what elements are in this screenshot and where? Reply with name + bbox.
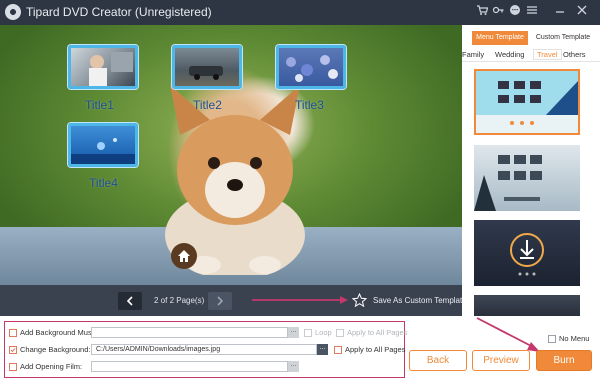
title4-label[interactable]: Title4 [89, 176, 118, 190]
preview-button[interactable]: Preview [472, 350, 530, 371]
menu-icon[interactable] [525, 4, 539, 18]
category-family[interactable]: Family [462, 50, 484, 59]
page-indicator: 2 of 2 Page(s) [154, 296, 205, 305]
app-logo-icon [5, 4, 21, 20]
next-page-button[interactable] [208, 292, 232, 310]
tab-menu-template[interactable]: Menu Template [472, 31, 528, 45]
tab-custom-template[interactable]: Custom Template [532, 31, 594, 45]
title1-label[interactable]: Title1 [85, 98, 114, 112]
bg-apply-all-label: Apply to All Pages [345, 345, 406, 354]
no-menu-label: No Menu [559, 334, 590, 343]
opening-film-browse-button[interactable]: ... [288, 361, 299, 372]
category-others[interactable]: Others [563, 50, 586, 59]
save-custom-template-label[interactable]: Save As Custom Template [373, 296, 467, 305]
chat-icon[interactable] [508, 4, 522, 18]
back-button[interactable]: Back [409, 350, 467, 371]
music-apply-all-checkbox[interactable] [336, 329, 344, 337]
template-panel: Menu Template Custom Template Family Wed… [462, 25, 600, 316]
category-travel[interactable]: Travel [533, 49, 562, 60]
title-bar: Tipard DVD Creator (Unregistered) [0, 0, 600, 25]
loop-label: Loop [315, 328, 332, 337]
page-navigation-bar: 2 of 2 Page(s) Save As Custom Template [0, 285, 467, 316]
title3-label[interactable]: Title3 [295, 98, 324, 112]
opening-film-label: Add Opening Film: [20, 362, 83, 371]
bg-apply-all-checkbox[interactable] [334, 346, 342, 354]
cart-icon[interactable] [475, 4, 489, 18]
change-bg-label: Change Background: [20, 345, 91, 354]
annotation-arrow-icon [252, 296, 348, 304]
bg-music-browse-button[interactable]: ... [288, 327, 299, 338]
menu-preview: Title1 Title2 Title3 Title4 [0, 25, 462, 285]
minimize-icon[interactable] [553, 4, 567, 18]
title1-thumbnail[interactable] [68, 45, 138, 89]
prev-page-button[interactable] [118, 292, 142, 310]
change-bg-field[interactable]: C:/Users/ADMIN/Downloads/images.jpg [91, 344, 317, 355]
category-wedding[interactable]: Wedding [495, 50, 524, 59]
template-travel-4[interactable] [474, 295, 580, 316]
change-bg-checkbox[interactable] [9, 346, 17, 354]
change-bg-browse-button[interactable]: ... [317, 344, 328, 355]
title2-label[interactable]: Title2 [193, 98, 222, 112]
template-travel-2[interactable] [474, 145, 580, 211]
bg-music-checkbox[interactable] [9, 329, 17, 337]
bg-music-label: Add Background Music: [20, 328, 100, 337]
template-travel-1[interactable] [474, 69, 580, 135]
opening-film-checkbox[interactable] [9, 363, 17, 371]
bg-music-field[interactable] [91, 327, 288, 338]
key-icon[interactable] [491, 4, 505, 18]
opening-film-field[interactable] [91, 361, 288, 372]
title4-thumbnail[interactable] [68, 123, 138, 167]
title2-thumbnail[interactable] [172, 45, 242, 89]
star-icon[interactable] [351, 292, 368, 310]
loop-checkbox[interactable] [304, 329, 312, 337]
app-title: Tipard DVD Creator (Unregistered) [26, 5, 212, 19]
category-divider [462, 61, 600, 62]
music-apply-all-label: Apply to All Pages [347, 328, 408, 337]
no-menu-checkbox[interactable] [548, 335, 556, 343]
burn-button[interactable]: Burn [536, 350, 592, 371]
close-icon[interactable] [575, 4, 589, 18]
home-icon[interactable] [171, 243, 197, 269]
template-travel-3[interactable] [474, 220, 580, 286]
title3-thumbnail[interactable] [276, 45, 346, 89]
